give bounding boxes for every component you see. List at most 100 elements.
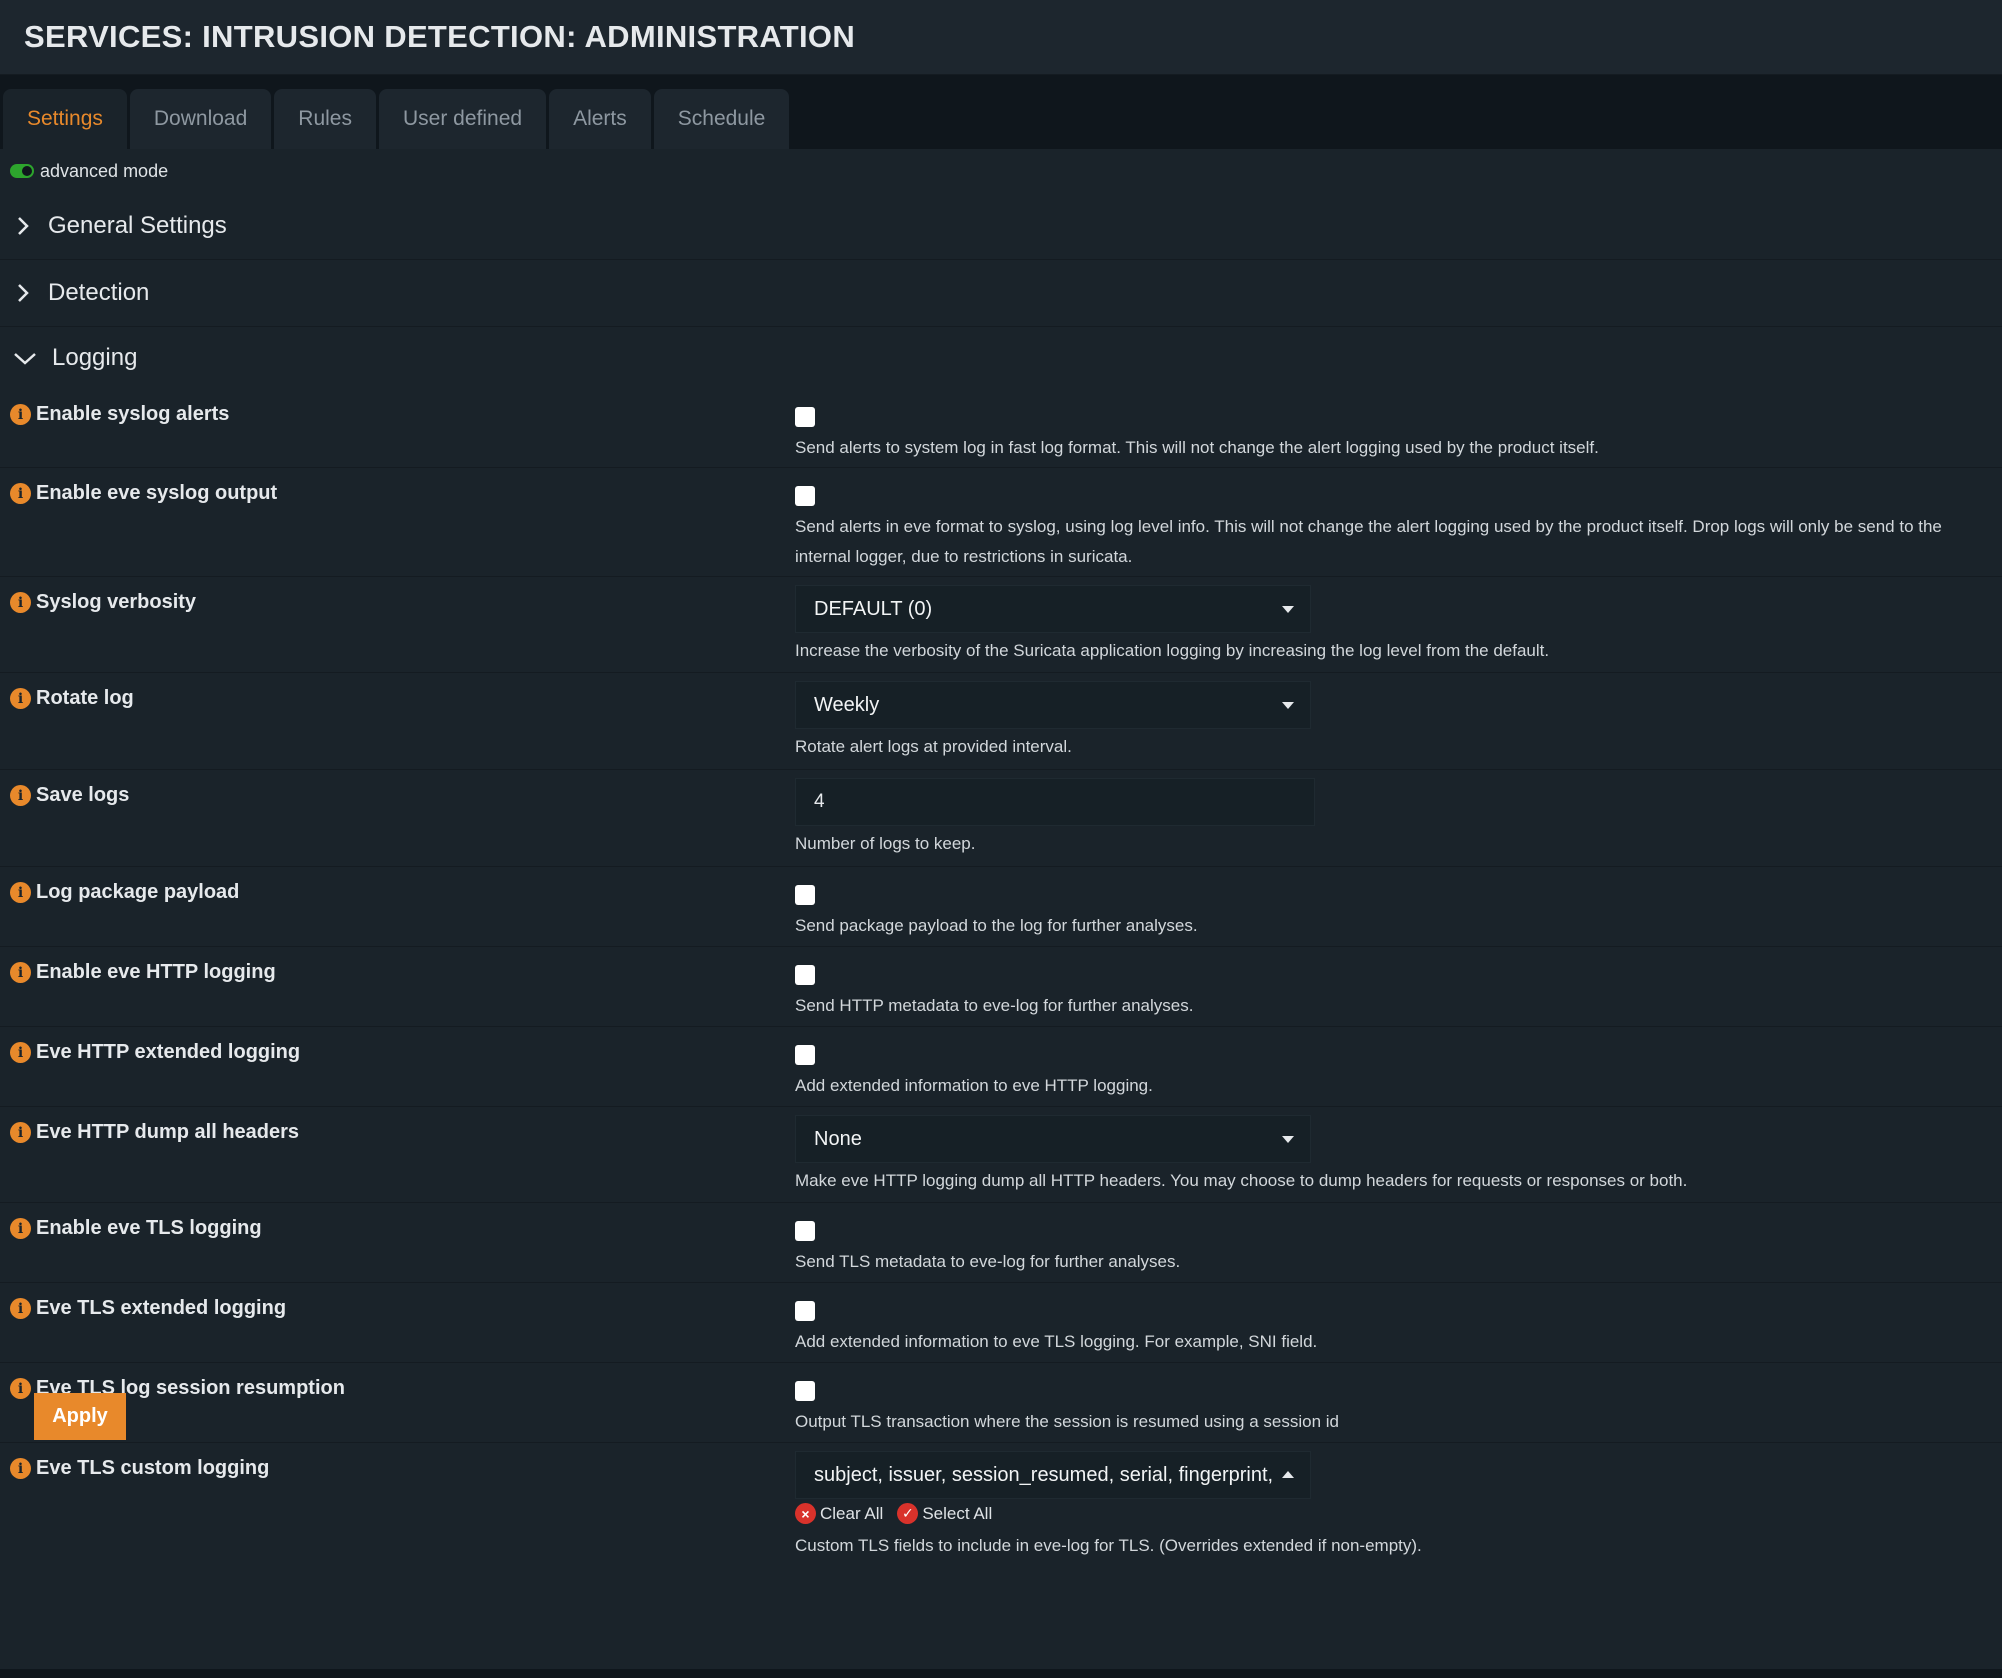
field-help: Send alerts in eve format to syslog, usi… bbox=[795, 517, 1942, 566]
field-label-wrap: i Save logs bbox=[10, 784, 129, 807]
info-icon[interactable]: i bbox=[10, 483, 31, 504]
field-help: Custom TLS fields to include in eve-log … bbox=[795, 1536, 1422, 1555]
field-label-wrap: i Eve TLS extended logging bbox=[10, 1297, 286, 1320]
select-value: DEFAULT (0) bbox=[814, 597, 933, 620]
eve-tls-checkbox[interactable] bbox=[795, 1221, 815, 1241]
chevron-down-icon bbox=[14, 353, 36, 365]
tab-settings[interactable]: Settings bbox=[3, 89, 127, 149]
syslog-verbosity-select[interactable]: DEFAULT (0) bbox=[795, 585, 1311, 633]
advanced-mode-toggle[interactable] bbox=[10, 164, 34, 178]
section-logging[interactable]: Logging bbox=[0, 327, 2002, 389]
field-help: Output TLS transaction where the session… bbox=[795, 1412, 1339, 1431]
advanced-mode-label: advanced mode bbox=[40, 160, 169, 181]
info-icon[interactable]: i bbox=[10, 962, 31, 983]
bottom-bar bbox=[0, 1669, 2002, 1677]
info-icon[interactable]: i bbox=[10, 882, 31, 903]
clear-all-button[interactable]: × Clear All bbox=[795, 1503, 883, 1524]
eve-http-dump-select[interactable]: None bbox=[795, 1115, 1311, 1163]
eve-tls-session-checkbox[interactable] bbox=[795, 1381, 815, 1401]
field-row-log-payload: i Log package payload Send package paylo… bbox=[0, 867, 2002, 947]
section-title: General Settings bbox=[48, 212, 227, 239]
field-help: Send TLS metadata to eve-log for further… bbox=[795, 1252, 1181, 1271]
field-row-syslog-verbosity: i Syslog verbosity DEFAULT (0) Increase … bbox=[0, 577, 2002, 673]
section-detection[interactable]: Detection bbox=[0, 260, 2002, 327]
eve-tls-extended-checkbox[interactable] bbox=[795, 1301, 815, 1321]
caret-down-icon bbox=[1282, 1136, 1294, 1143]
field-label: Eve HTTP dump all headers bbox=[36, 1121, 300, 1143]
save-logs-input[interactable] bbox=[795, 778, 1315, 826]
info-icon[interactable]: i bbox=[10, 1458, 31, 1479]
field-label: Enable syslog alerts bbox=[36, 403, 230, 425]
field-label: Syslog verbosity bbox=[36, 591, 197, 613]
info-icon[interactable]: i bbox=[10, 404, 31, 425]
field-row-eve-http-extended: i Eve HTTP extended logging Add extended… bbox=[0, 1027, 2002, 1107]
field-label-wrap: i Eve HTTP dump all headers bbox=[10, 1121, 299, 1144]
field-help: Send alerts to system log in fast log fo… bbox=[795, 438, 1599, 457]
select-value: Weekly bbox=[814, 693, 880, 716]
settings-content: advanced mode General Settings Detection… bbox=[0, 149, 2002, 1677]
field-row-rotate-log: i Rotate log Weekly Rotate alert logs at… bbox=[0, 673, 2002, 770]
select-all-button[interactable]: ✓ Select All bbox=[897, 1503, 992, 1524]
eve-http-extended-checkbox[interactable] bbox=[795, 1045, 815, 1065]
info-icon[interactable]: i bbox=[10, 592, 31, 613]
field-label-wrap: i Rotate log bbox=[10, 687, 134, 710]
field-label: Enable eve syslog output bbox=[36, 482, 278, 504]
field-help: Make eve HTTP logging dump all HTTP head… bbox=[795, 1171, 1688, 1190]
field-label-wrap: i Enable eve syslog output bbox=[10, 482, 277, 505]
info-icon[interactable]: i bbox=[10, 1298, 31, 1319]
section-general-settings[interactable]: General Settings bbox=[0, 193, 2002, 260]
field-label-wrap: i Enable syslog alerts bbox=[10, 403, 229, 426]
apply-button[interactable]: Apply bbox=[34, 1393, 126, 1440]
field-label: Save logs bbox=[36, 784, 130, 806]
eve-http-checkbox[interactable] bbox=[795, 965, 815, 985]
page-header: SERVICES: INTRUSION DETECTION: ADMINISTR… bbox=[0, 0, 2002, 75]
eve-syslog-checkbox[interactable] bbox=[795, 486, 815, 506]
field-label-wrap: i Eve TLS custom logging bbox=[10, 1457, 269, 1480]
field-help: Send HTTP metadata to eve-log for furthe… bbox=[795, 996, 1194, 1015]
field-row-eve-tls-extended: i Eve TLS extended logging Add extended … bbox=[0, 1283, 2002, 1363]
field-help: Add extended information to eve HTTP log… bbox=[795, 1076, 1153, 1095]
multiselect-value: subject, issuer, session_resumed, serial… bbox=[814, 1463, 1274, 1486]
log-payload-checkbox[interactable] bbox=[795, 885, 815, 905]
tab-bar: Settings Download Rules User defined Ale… bbox=[0, 75, 2002, 149]
info-icon[interactable]: i bbox=[10, 785, 31, 806]
advanced-mode-row: advanced mode bbox=[0, 149, 2002, 193]
field-row-eve-http-dump: i Eve HTTP dump all headers None Make ev… bbox=[0, 1107, 2002, 1203]
field-label: Log package payload bbox=[36, 881, 240, 903]
field-help: Increase the verbosity of the Suricata a… bbox=[795, 641, 1550, 660]
tab-user-defined[interactable]: User defined bbox=[379, 89, 547, 149]
field-label: Eve TLS extended logging bbox=[36, 1297, 287, 1319]
field-label-wrap: i Eve HTTP extended logging bbox=[10, 1041, 300, 1064]
syslog-alerts-checkbox[interactable] bbox=[795, 407, 815, 427]
tab-rules[interactable]: Rules bbox=[274, 89, 376, 149]
field-label: Eve TLS custom logging bbox=[36, 1457, 270, 1479]
select-value: None bbox=[814, 1127, 862, 1150]
field-row-eve-syslog: i Enable eve syslog output Send alerts i… bbox=[0, 468, 2002, 577]
caret-down-icon bbox=[1282, 606, 1294, 613]
field-row-syslog-alerts: i Enable syslog alerts Send alerts to sy… bbox=[0, 389, 2002, 468]
tab-alerts[interactable]: Alerts bbox=[549, 89, 651, 149]
field-row-eve-tls-session: i Eve TLS log session resumption Output … bbox=[0, 1363, 2002, 1443]
rotate-log-select[interactable]: Weekly bbox=[795, 681, 1311, 729]
info-icon[interactable]: i bbox=[10, 688, 31, 709]
tab-download[interactable]: Download bbox=[129, 89, 272, 149]
caret-up-icon bbox=[1282, 1471, 1294, 1478]
field-label: Enable eve HTTP logging bbox=[36, 961, 276, 983]
info-icon[interactable]: i bbox=[10, 1122, 31, 1143]
info-icon[interactable]: i bbox=[10, 1218, 31, 1239]
info-icon[interactable]: i bbox=[10, 1042, 31, 1063]
field-label-wrap: i Syslog verbosity bbox=[10, 591, 196, 614]
clear-all-label: Clear All bbox=[820, 1503, 884, 1523]
field-label-wrap: i Log package payload bbox=[10, 881, 239, 904]
info-icon[interactable]: i bbox=[10, 1378, 31, 1399]
section-title: Logging bbox=[52, 344, 138, 371]
field-help: Rotate alert logs at provided interval. bbox=[795, 737, 1072, 756]
chevron-right-icon bbox=[18, 217, 29, 235]
select-all-label: Select All bbox=[922, 1503, 993, 1523]
field-label-wrap: i Enable eve TLS logging bbox=[10, 1217, 262, 1240]
clear-icon: × bbox=[795, 1503, 816, 1524]
field-label: Eve HTTP extended logging bbox=[36, 1041, 301, 1063]
field-row-save-logs: i Save logs Number of logs to keep. bbox=[0, 770, 2002, 867]
tab-schedule[interactable]: Schedule bbox=[653, 89, 790, 149]
eve-tls-custom-multiselect[interactable]: subject, issuer, session_resumed, serial… bbox=[795, 1451, 1311, 1499]
